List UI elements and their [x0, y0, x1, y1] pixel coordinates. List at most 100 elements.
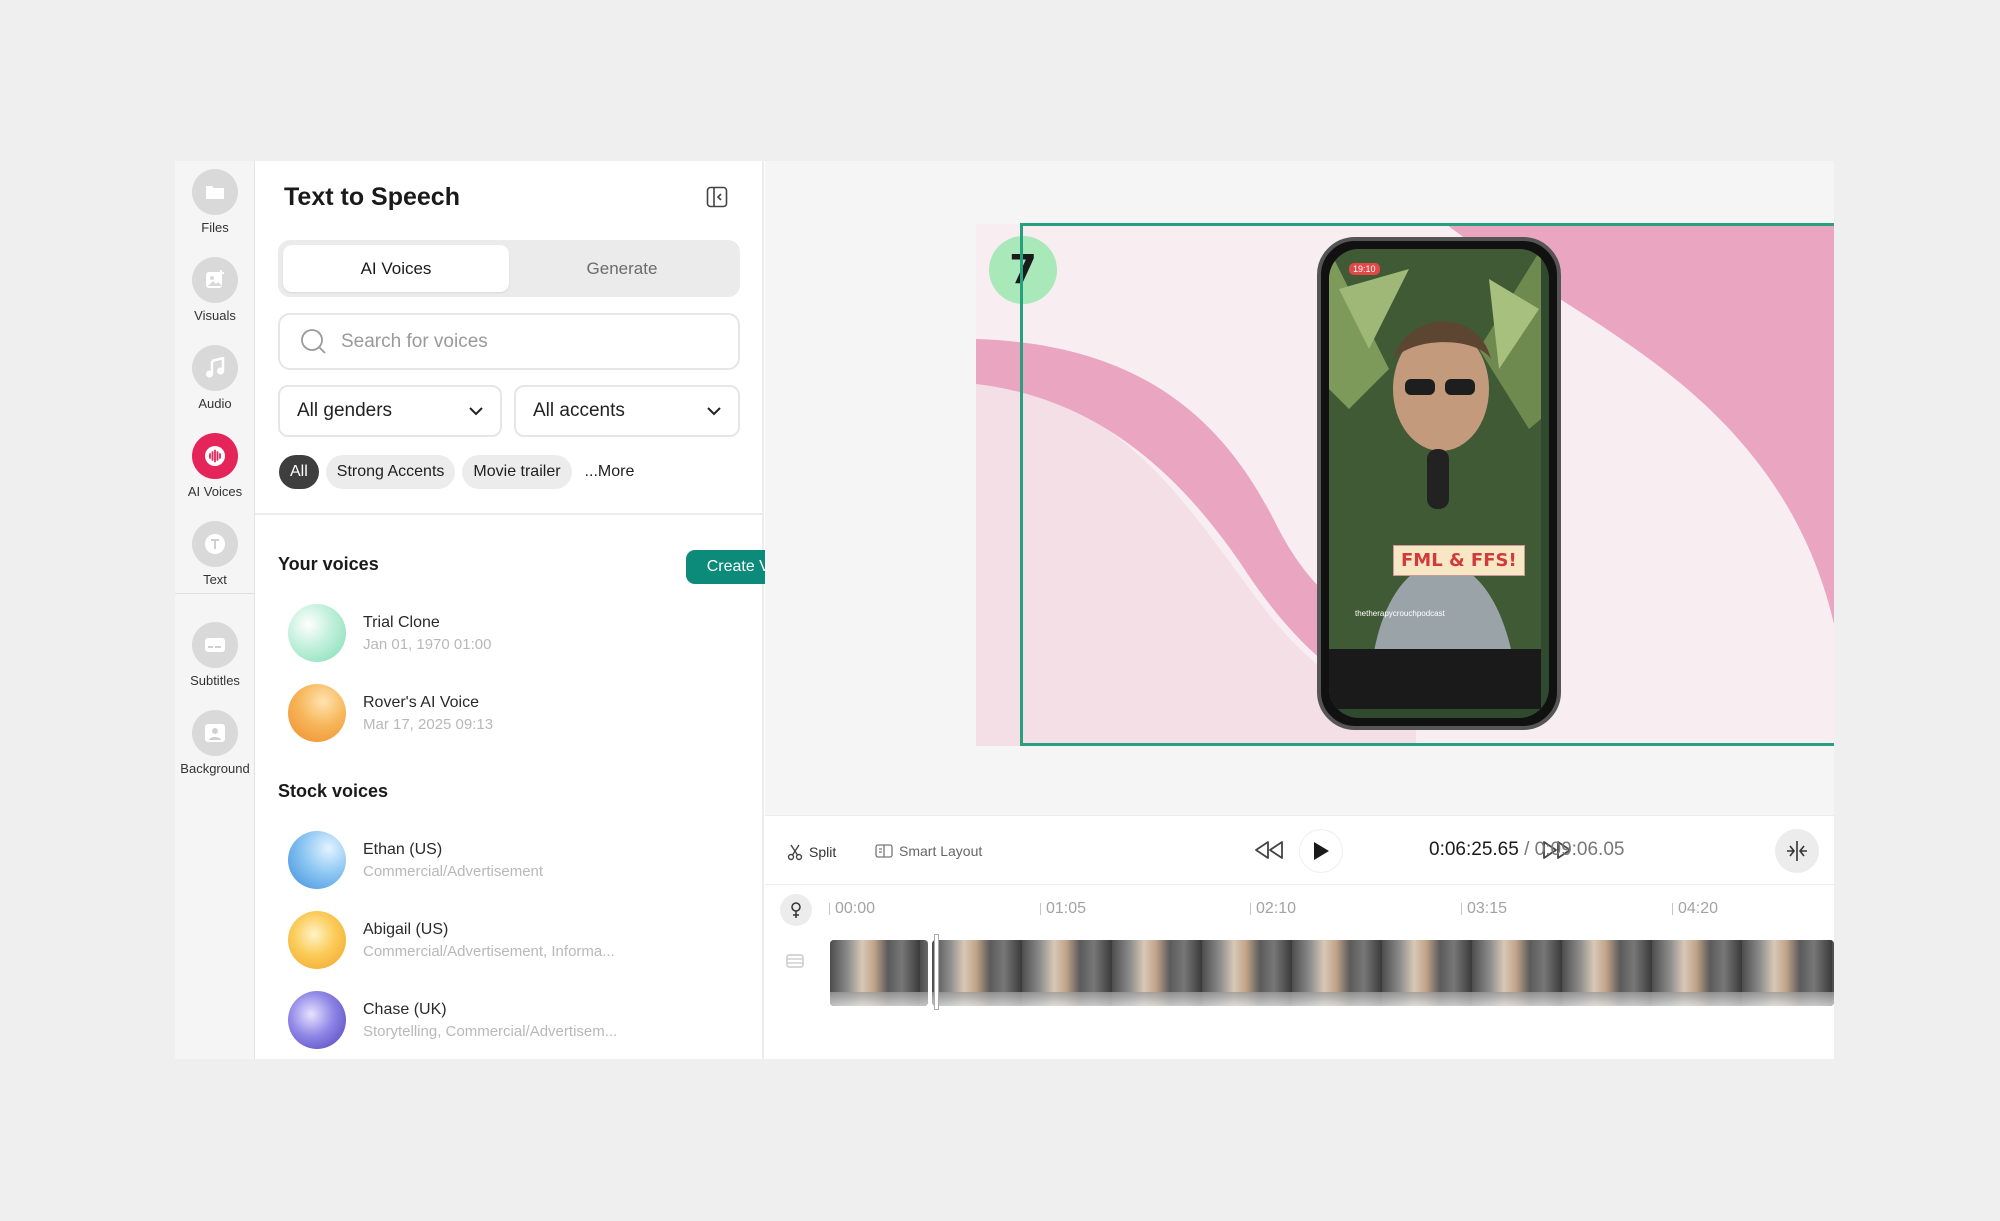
image-plus-icon: [192, 257, 238, 303]
phone-screen: 19:10 FML & FFS! thetherapycrouchpodcast: [1329, 249, 1549, 718]
music-note-icon: [192, 345, 238, 391]
rail-label: Visuals: [194, 308, 236, 323]
search-box: [278, 313, 740, 370]
playhead[interactable]: [935, 935, 938, 1009]
timeline-tick: 02:10: [1249, 900, 1297, 917]
play-button[interactable]: [1300, 830, 1342, 872]
subtitles-icon: [192, 622, 238, 668]
voice-subtitle: Commercial/Advertisement, Informa...: [363, 942, 615, 960]
timeline-tick: 01:05: [1039, 900, 1087, 917]
video-handle: thetherapycrouchpodcast: [1355, 609, 1445, 618]
timeline-tick: 00:00: [828, 900, 876, 917]
editor-app: Files Visuals Audio AI Voices Text Subti…: [175, 161, 1834, 1059]
video-caption: FML & FFS!: [1393, 545, 1525, 576]
fit-timeline-button[interactable]: [1775, 829, 1819, 873]
tts-panel: Text to Speech AI Voices Generate All ge…: [255, 161, 819, 1059]
rail-item-background[interactable]: Background: [175, 710, 255, 790]
timecode: 0:06:25.65 / 0:09:06.05: [1429, 839, 1624, 861]
gender-dropdown-value: All genders: [297, 400, 393, 421]
rewind-button[interactable]: [1253, 839, 1291, 861]
chip-movie-trailer[interactable]: Movie trailer: [462, 455, 572, 489]
voice-item[interactable]: Trial Clone Jan 01, 1970 01:00: [288, 603, 728, 663]
voice-item[interactable]: Rover's AI Voice Mar 17, 2025 09:13: [288, 683, 728, 743]
chip-more[interactable]: ...More: [579, 455, 641, 489]
rail-item-audio[interactable]: Audio: [175, 345, 255, 425]
current-time: 0:06:25.65: [1429, 839, 1519, 860]
rail-label: Background: [180, 761, 250, 776]
voice-avatar: [288, 684, 346, 742]
category-chips: All Strong Accents Movie trailer ...More: [279, 455, 640, 489]
rail-label: AI Voices: [187, 484, 243, 499]
folder-icon: [192, 169, 238, 215]
smart-layout-button[interactable]: Smart Layout: [875, 843, 982, 859]
stock-voices-title: Stock voices: [278, 781, 389, 801]
rail-item-ai-voices[interactable]: AI Voices: [175, 433, 255, 513]
voice-avatar: [288, 604, 346, 662]
chip-strong-accents[interactable]: Strong Accents: [325, 455, 456, 489]
search-input[interactable]: [341, 330, 721, 353]
marker-icon: [791, 902, 801, 918]
rail-label: Text: [203, 572, 227, 587]
voice-avatar: [288, 911, 346, 969]
waveform-icon: [192, 433, 238, 479]
voice-item[interactable]: Chase (UK) Storytelling, Commercial/Adve…: [288, 990, 728, 1050]
rail-label: Audio: [198, 396, 232, 411]
rail-label: Subtitles: [190, 673, 240, 688]
playback-controls: Split Smart Layout 0:06:25.65 / 0:09:06.…: [765, 815, 1834, 885]
voice-avatar: [288, 991, 346, 1049]
rail-item-subtitles[interactable]: Subtitles: [175, 622, 255, 702]
panel-divider: [255, 513, 764, 515]
rewind-icon: [1255, 841, 1283, 859]
clip-thumbnails: [932, 940, 1834, 1006]
fit-icon: [1787, 841, 1807, 861]
video-track-icon: [786, 954, 804, 968]
clip-thumbnails: [830, 940, 928, 1006]
smart-layout-icon: [875, 844, 893, 858]
accent-dropdown-value: All accents: [533, 400, 625, 421]
accent-dropdown[interactable]: All accents: [514, 385, 740, 437]
gender-dropdown[interactable]: All genders: [278, 385, 502, 437]
voice-subtitle: Mar 17, 2025 09:13: [363, 715, 494, 733]
search-icon: [301, 328, 326, 354]
phone-mockup: 19:10 FML & FFS! thetherapycrouchpodcast: [1317, 237, 1561, 730]
tab-generate[interactable]: Generate: [509, 245, 735, 292]
smart-layout-label: Smart Layout: [899, 843, 983, 859]
chevron-down-icon: [707, 407, 721, 416]
scissors-icon: [787, 844, 803, 861]
rail-item-visuals[interactable]: Visuals: [175, 257, 255, 337]
split-button[interactable]: Split: [787, 843, 836, 861]
panel-title: Text to Speech: [284, 183, 460, 211]
video-frame-image: [1329, 249, 1541, 709]
voice-name: Abigail (US): [363, 920, 449, 938]
voice-subtitle: Commercial/Advertisement: [363, 862, 544, 880]
rail-divider: [175, 593, 255, 594]
chip-all[interactable]: All: [279, 455, 319, 489]
video-clip[interactable]: [830, 940, 928, 1006]
collapse-panel-button[interactable]: [705, 185, 729, 209]
text-icon: [192, 521, 238, 567]
voice-item[interactable]: Abigail (US) Commercial/Advertisement, I…: [288, 910, 728, 970]
voice-name: Trial Clone: [363, 613, 440, 631]
timeline-ruler: 00:00 01:05 02:10 03:15 04:20: [765, 886, 1834, 930]
play-icon: [1314, 842, 1329, 860]
tab-ai-voices[interactable]: AI Voices: [283, 245, 509, 292]
left-rail: Files Visuals Audio AI Voices Text Subti…: [175, 161, 255, 1059]
voice-name: Chase (UK): [363, 1000, 447, 1018]
voice-name: Ethan (US): [363, 840, 443, 858]
voice-item[interactable]: Ethan (US) Commercial/Advertisement: [288, 830, 728, 890]
rail-item-files[interactable]: Files: [175, 169, 255, 249]
video-clip[interactable]: [932, 940, 1834, 1006]
timeline-tick: 03:15: [1460, 900, 1508, 917]
total-time: / 0:09:06.05: [1524, 839, 1625, 860]
add-marker-button[interactable]: [780, 894, 812, 926]
rail-item-text[interactable]: Text: [175, 521, 255, 601]
collapse-icon: [706, 186, 728, 208]
your-voices-title: Your voices: [278, 554, 379, 574]
chevron-down-icon: [469, 407, 483, 416]
timeline-tick: 04:20: [1671, 900, 1719, 917]
voice-avatar: [288, 831, 346, 889]
panel-tabs: AI Voices Generate: [278, 240, 740, 297]
scene-number-badge: 7: [989, 236, 1057, 304]
rail-label: Files: [201, 220, 229, 235]
phone-status-time: 19:10: [1349, 263, 1380, 275]
